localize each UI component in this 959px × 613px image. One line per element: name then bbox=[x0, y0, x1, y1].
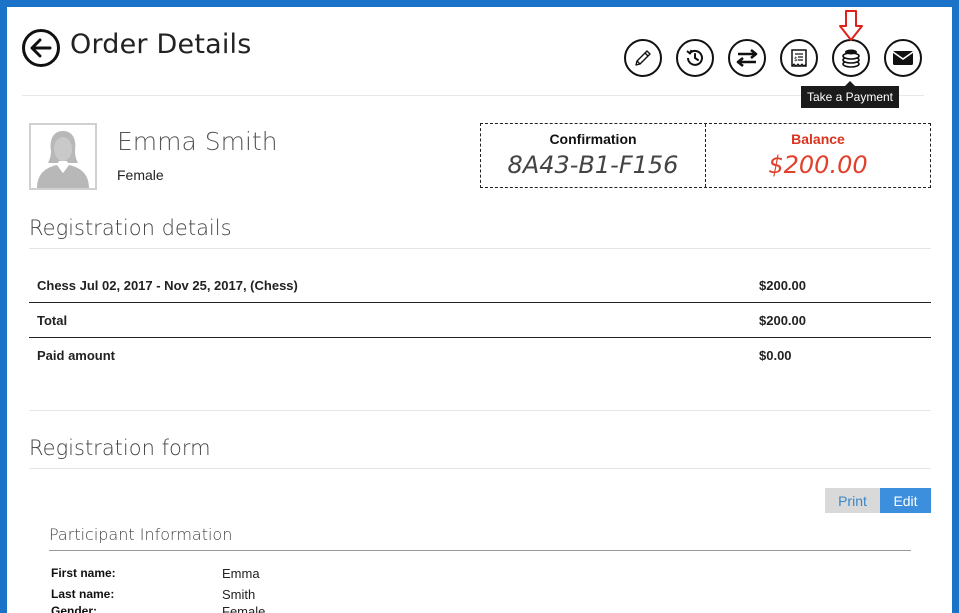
balance-label: Balance bbox=[791, 131, 845, 147]
field-label: Last name: bbox=[51, 587, 115, 601]
invoice-button[interactable]: $ bbox=[780, 39, 818, 77]
history-icon bbox=[686, 49, 703, 66]
registration-form-title: Registration form bbox=[29, 436, 211, 460]
table-row: Paid amount $0.00 bbox=[29, 338, 931, 373]
svg-text:$: $ bbox=[794, 56, 798, 63]
email-button[interactable] bbox=[884, 39, 922, 77]
field-value: Female bbox=[222, 604, 266, 613]
subsection-divider bbox=[49, 550, 911, 551]
edit-form-button[interactable]: Edit bbox=[880, 488, 931, 513]
coins-icon bbox=[842, 49, 860, 68]
confirmation-cell: Confirmation 8A43-B1-F156 bbox=[481, 124, 705, 187]
participant-gender: Female bbox=[117, 167, 164, 183]
arrow-left-icon bbox=[30, 38, 52, 58]
form-field-row: First name: Emma bbox=[51, 566, 260, 581]
female-avatar-icon bbox=[37, 131, 89, 188]
section-divider bbox=[29, 248, 931, 249]
field-value: Smith bbox=[222, 587, 256, 602]
registration-details-table: Chess Jul 02, 2017 - Nov 25, 2017, (Ches… bbox=[29, 268, 931, 373]
row-amount: $200.00 bbox=[759, 277, 806, 293]
balance-value: $200.00 bbox=[768, 151, 868, 179]
edit-button[interactable] bbox=[624, 39, 662, 77]
highlight-arrow-icon bbox=[839, 10, 863, 41]
page-title: Order Details bbox=[70, 29, 252, 60]
row-description: Chess Jul 02, 2017 - Nov 25, 2017, (Ches… bbox=[37, 277, 298, 293]
history-button[interactable] bbox=[676, 39, 714, 77]
envelope-icon bbox=[892, 51, 914, 65]
form-field-row: Last name: Smith bbox=[51, 587, 255, 602]
transfer-button[interactable] bbox=[728, 39, 766, 77]
form-actions: Print Edit bbox=[825, 488, 931, 513]
table-row: Total $200.00 bbox=[29, 303, 931, 338]
field-label: Gender: bbox=[51, 604, 98, 613]
balance-cell: Balance $200.00 bbox=[705, 124, 930, 187]
avatar bbox=[29, 123, 97, 190]
registration-details-title: Registration details bbox=[29, 216, 232, 240]
field-value: Emma bbox=[222, 566, 260, 581]
confirmation-value: 8A43-B1-F156 bbox=[507, 151, 679, 179]
row-amount: $200.00 bbox=[759, 312, 806, 328]
confirmation-label: Confirmation bbox=[549, 131, 637, 147]
row-description: Total bbox=[37, 312, 68, 328]
participant-name: Emma Smith bbox=[117, 127, 278, 156]
section-divider bbox=[29, 468, 931, 469]
take-payment-tooltip: Take a Payment bbox=[801, 81, 899, 108]
section-divider bbox=[29, 410, 931, 411]
field-label: First name: bbox=[51, 566, 116, 580]
back-button[interactable] bbox=[22, 29, 60, 67]
pencil-icon bbox=[635, 50, 651, 66]
receipt-icon: $ bbox=[791, 49, 807, 67]
order-summary-box: Confirmation 8A43-B1-F156 Balance $200.0… bbox=[480, 123, 931, 188]
participant-info-title: Participant Information bbox=[49, 525, 233, 544]
row-description: Paid amount bbox=[37, 348, 116, 363]
print-button[interactable]: Print bbox=[825, 488, 880, 513]
transfer-arrows-icon bbox=[736, 48, 758, 68]
form-field-row: Gender: Female bbox=[51, 604, 265, 613]
take-payment-button[interactable] bbox=[832, 39, 870, 77]
row-amount: $0.00 bbox=[759, 348, 792, 363]
table-row: Chess Jul 02, 2017 - Nov 25, 2017, (Ches… bbox=[29, 268, 931, 303]
